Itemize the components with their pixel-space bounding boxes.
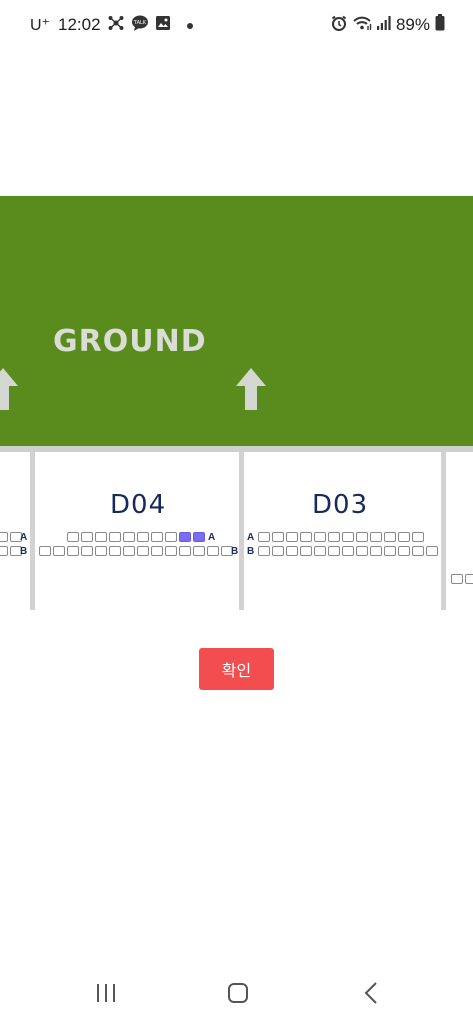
seat[interactable] — [53, 546, 65, 556]
seat[interactable] — [328, 546, 340, 556]
seat[interactable] — [207, 546, 219, 556]
seat[interactable] — [384, 532, 396, 542]
home-icon[interactable] — [223, 980, 253, 1006]
carrier-label: U⁺ — [30, 17, 50, 34]
seat-row — [258, 532, 424, 543]
seat[interactable] — [300, 546, 312, 556]
dot-icon — [186, 16, 193, 34]
seat[interactable] — [370, 532, 382, 542]
alarm-icon — [331, 15, 347, 36]
seat-selected[interactable] — [193, 532, 205, 542]
recent-apps-icon[interactable] — [91, 980, 121, 1006]
status-left: U⁺ 12:02 TALK — [30, 13, 193, 37]
row-letter: A — [247, 532, 255, 543]
seat[interactable] — [151, 546, 163, 556]
status-right: 89% — [331, 13, 445, 37]
section-title-d03: D03 — [312, 490, 369, 520]
seat-row — [39, 546, 233, 557]
seat[interactable] — [39, 546, 51, 556]
seat[interactable] — [272, 546, 284, 556]
row-letter: B — [231, 546, 239, 557]
signal-icon — [376, 15, 391, 35]
arrow-up-icon — [236, 368, 266, 410]
section-divider — [441, 452, 446, 610]
seat[interactable] — [0, 546, 8, 556]
seat[interactable] — [412, 546, 424, 556]
seat[interactable] — [67, 546, 79, 556]
network-icon — [107, 14, 125, 37]
section-divider — [30, 452, 35, 610]
seat-selected[interactable] — [179, 532, 191, 542]
seat[interactable] — [109, 546, 121, 556]
status-bar: U⁺ 12:02 TALK 89% — [0, 0, 473, 50]
wifi-icon — [352, 15, 372, 36]
seat[interactable] — [179, 546, 191, 556]
row-letter: B — [247, 546, 255, 557]
seat[interactable] — [0, 532, 8, 542]
seat-row — [0, 532, 22, 543]
seat-row — [451, 574, 473, 585]
seat[interactable] — [300, 532, 312, 542]
clock: 12:02 — [58, 15, 101, 34]
row-letter: A — [20, 532, 28, 543]
seat[interactable] — [67, 532, 79, 542]
seat[interactable] — [123, 546, 135, 556]
seat[interactable] — [95, 532, 107, 542]
battery-percent: 89% — [395, 15, 430, 34]
ground-label: GROUND — [53, 324, 207, 359]
seat[interactable] — [193, 546, 205, 556]
seat[interactable] — [356, 546, 368, 556]
ground-field: GROUND — [0, 196, 473, 446]
seat[interactable] — [314, 546, 326, 556]
seat[interactable] — [384, 546, 396, 556]
seat[interactable] — [81, 546, 93, 556]
section-title-d04: D04 — [110, 490, 167, 520]
back-icon[interactable] — [356, 980, 386, 1006]
seat[interactable] — [151, 532, 163, 542]
seat[interactable] — [356, 532, 368, 542]
seat-row — [67, 532, 205, 543]
seat[interactable] — [272, 532, 284, 542]
seat[interactable] — [370, 546, 382, 556]
seat[interactable] — [451, 574, 463, 584]
seat[interactable] — [314, 532, 326, 542]
seat[interactable] — [137, 546, 149, 556]
seat[interactable] — [426, 546, 438, 556]
gallery-icon — [155, 15, 171, 36]
arrow-up-icon — [0, 368, 18, 410]
section-divider — [239, 452, 244, 610]
battery-icon — [435, 14, 445, 36]
row-letter: B — [20, 546, 28, 557]
seat-row — [258, 546, 438, 557]
row-letter: A — [208, 532, 216, 543]
seat[interactable] — [286, 546, 298, 556]
kakaotalk-icon: TALK — [131, 14, 149, 37]
seat[interactable] — [342, 532, 354, 542]
seat[interactable] — [286, 532, 298, 542]
seat[interactable] — [81, 532, 93, 542]
seat-sections: D04 D03 A B A B A B — [0, 446, 473, 610]
seat[interactable] — [258, 546, 270, 556]
seat[interactable] — [342, 546, 354, 556]
seat[interactable] — [123, 532, 135, 542]
seat[interactable] — [412, 532, 424, 542]
seat[interactable] — [258, 532, 270, 542]
seat[interactable] — [398, 532, 410, 542]
seat[interactable] — [137, 532, 149, 542]
seat-row — [0, 546, 22, 557]
seat[interactable] — [95, 546, 107, 556]
seat[interactable] — [398, 546, 410, 556]
section-top-border — [0, 446, 473, 452]
navigation-bar — [0, 962, 473, 1024]
seat[interactable] — [165, 546, 177, 556]
confirm-button[interactable]: 확인 — [199, 648, 274, 690]
seat[interactable] — [165, 532, 177, 542]
seat[interactable] — [328, 532, 340, 542]
seat[interactable] — [109, 532, 121, 542]
svg-text:TALK: TALK — [132, 20, 146, 26]
seat[interactable] — [465, 574, 473, 584]
